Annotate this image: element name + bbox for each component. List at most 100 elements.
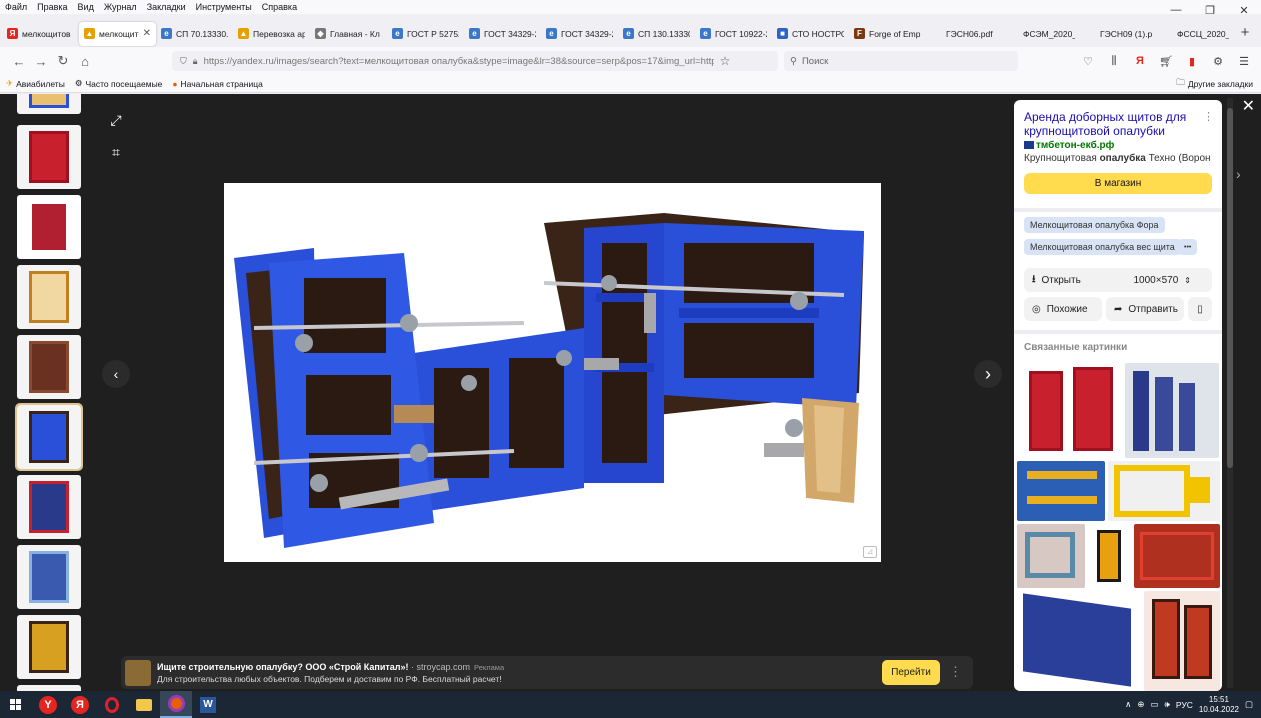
yandex-icon[interactable]: Я — [64, 691, 96, 718]
thumbnail[interactable] — [17, 615, 81, 679]
tab[interactable]: ФССЦ_2020_ОП- — [1157, 22, 1234, 46]
related-image[interactable] — [1134, 524, 1220, 588]
opera-icon[interactable] — [96, 691, 128, 718]
tab[interactable]: ▲ мелкощит ✕ — [79, 21, 156, 46]
next-image-button[interactable]: › — [974, 360, 1002, 388]
tab[interactable]: ▲ Перевозка ар — [233, 22, 310, 46]
volume-icon[interactable]: 🕪︎ — [1165, 699, 1170, 710]
menu-item[interactable]: Файл — [0, 2, 32, 12]
more-options-icon[interactable]: ⋮ — [1203, 110, 1214, 123]
ad-more-icon[interactable]: ⋮ — [949, 664, 962, 680]
shop-button[interactable]: В магазин — [1024, 173, 1212, 194]
clock[interactable]: 15:51 10.04.2022 — [1199, 695, 1239, 715]
yandex-browser-icon[interactable]: Y — [32, 691, 64, 718]
maximize-button[interactable]: ❐ — [1193, 0, 1227, 20]
cart-icon[interactable]: 🛒︎ — [1155, 51, 1177, 71]
extension-icon[interactable]: ⚙ — [1207, 51, 1229, 71]
start-icon[interactable] — [0, 691, 32, 718]
save-collection-button[interactable]: ▯ — [1188, 297, 1212, 321]
related-image[interactable] — [1017, 461, 1105, 521]
firefox-taskbar-icon[interactable] — [160, 691, 192, 718]
menu-item[interactable]: Инструменты — [191, 2, 257, 12]
new-tab-button[interactable]: + — [1235, 24, 1255, 41]
tray-expand-icon[interactable]: ∧ — [1125, 699, 1131, 710]
open-button[interactable]: ⭳ Открыть 1000×570 ⇕ — [1024, 268, 1212, 292]
thumbnail[interactable] — [15, 403, 83, 471]
close-tab-icon[interactable]: ✕ — [143, 28, 151, 39]
battery-icon[interactable]: ▭ — [1151, 699, 1159, 710]
tab[interactable]: e ГОСТ 34329-2 — [464, 22, 541, 46]
bookmark-frequent[interactable]: ⚙ Часто посещаемые — [75, 78, 163, 89]
ad-domain[interactable]: тмбетон-екб.рф — [1024, 140, 1212, 151]
related-image[interactable] — [1125, 363, 1219, 458]
next-result-icon[interactable]: › — [1236, 166, 1241, 182]
thumbnail[interactable] — [17, 195, 81, 259]
bookmark-star-icon[interactable]: ☆ — [720, 54, 731, 68]
thumbnail[interactable] — [17, 125, 81, 189]
tab[interactable]: e СП 70.13330. — [156, 22, 233, 46]
prev-image-button[interactable]: ‹ — [102, 360, 130, 388]
related-image[interactable] — [1017, 591, 1141, 691]
close-window-button[interactable]: ✕ — [1227, 0, 1261, 20]
notification-icon[interactable]: ▢ — [1245, 699, 1253, 710]
close-viewer-button[interactable]: ✕ — [1242, 96, 1255, 116]
tab[interactable]: Ямелкощитов — [2, 22, 79, 46]
scrollbar[interactable] — [1227, 98, 1233, 688]
related-image[interactable] — [1089, 524, 1131, 588]
search-input[interactable]: ⚲ Поиск — [784, 51, 1018, 71]
tab[interactable]: ■ СТО НОСТРО — [772, 22, 849, 46]
related-image[interactable] — [1017, 524, 1085, 588]
chip-more[interactable]: ••• — [1178, 239, 1198, 255]
related-image[interactable] — [1017, 363, 1123, 458]
library-icon[interactable]: ⫼ — [1103, 51, 1125, 71]
fullscreen-icon[interactable]: ⤢ — [102, 106, 130, 134]
related-image[interactable] — [1144, 591, 1220, 691]
tab[interactable]: ФСЭМ_2020_ОП_ — [1003, 22, 1080, 46]
reload-icon[interactable]: ↻ — [52, 50, 74, 72]
url-text[interactable]: https://yandex.ru/images/search?text=мел… — [204, 56, 714, 67]
menu-item[interactable]: Закладки — [142, 2, 191, 12]
back-icon[interactable]: ← — [8, 50, 30, 72]
chip-weight[interactable]: Мелкощитовая опалубка вес щита — [1024, 239, 1181, 255]
scrollbar-thumb[interactable] — [1227, 108, 1233, 468]
pocket-icon[interactable]: ♡ — [1077, 51, 1099, 71]
tab[interactable]: e ГОСТ Р 52752 — [387, 22, 464, 46]
yandex-icon[interactable]: Я — [1129, 51, 1151, 71]
bookmark-start-page[interactable]: ● Начальная страница — [172, 79, 262, 89]
language-indicator[interactable]: РУС — [1176, 700, 1193, 710]
share-button[interactable]: ➦ Отправить — [1106, 297, 1184, 321]
crop-icon[interactable]: ⌗ — [102, 138, 130, 166]
thumbnail[interactable] — [17, 475, 81, 539]
other-bookmarks[interactable]: 🗀 Другие закладки — [1176, 77, 1253, 91]
tab[interactable]: e ГОСТ 10922-2 — [695, 22, 772, 46]
chip-fora[interactable]: Мелкощитовая опалубка Фора — [1024, 217, 1165, 233]
explorer-icon[interactable] — [128, 691, 160, 718]
ad-title[interactable]: Аренда доборных щитов для крупнощитовой … — [1024, 110, 1204, 138]
thumbnail[interactable] — [17, 545, 81, 609]
thumbnail[interactable] — [17, 335, 81, 399]
menu-icon[interactable]: ☰ — [1233, 51, 1255, 71]
minimize-button[interactable]: — — [1159, 0, 1193, 20]
menu-item[interactable]: Вид — [73, 2, 99, 12]
ad-banner[interactable]: Ищите строительную опалубку? ООО «Строй … — [121, 656, 973, 689]
similar-button[interactable]: ◎ Похожие — [1024, 297, 1102, 321]
forward-icon[interactable]: → — [30, 50, 52, 72]
tab[interactable]: ГЭСН06.pdf — [926, 22, 1003, 46]
word-icon[interactable]: W — [192, 691, 224, 718]
home-icon[interactable]: ⌂ — [74, 50, 96, 72]
thumbnail[interactable] — [17, 265, 81, 329]
network-icon[interactable]: ⊕ — [1137, 699, 1144, 710]
menu-item[interactable]: Журнал — [99, 2, 142, 12]
thumbnail[interactable] — [17, 94, 81, 114]
related-image[interactable] — [1108, 461, 1220, 521]
menu-item[interactable]: Справка — [257, 2, 302, 12]
go-button[interactable]: Перейти — [882, 660, 940, 685]
tab[interactable]: e СП 130.13330. — [618, 22, 695, 46]
menu-item[interactable]: Правка — [32, 2, 72, 12]
bookmark-aviabilety[interactable]: ✈ Авиабилеты — [6, 78, 65, 89]
tab[interactable]: ГЭСН09 (1).pdf — [1080, 22, 1157, 46]
tab[interactable]: ◆ Главная - Кл — [310, 22, 387, 46]
tab[interactable]: e ГОСТ 34329-2 — [541, 22, 618, 46]
tab[interactable]: F Forge of Emp — [849, 22, 926, 46]
flag-icon[interactable]: ▮ — [1181, 51, 1203, 71]
